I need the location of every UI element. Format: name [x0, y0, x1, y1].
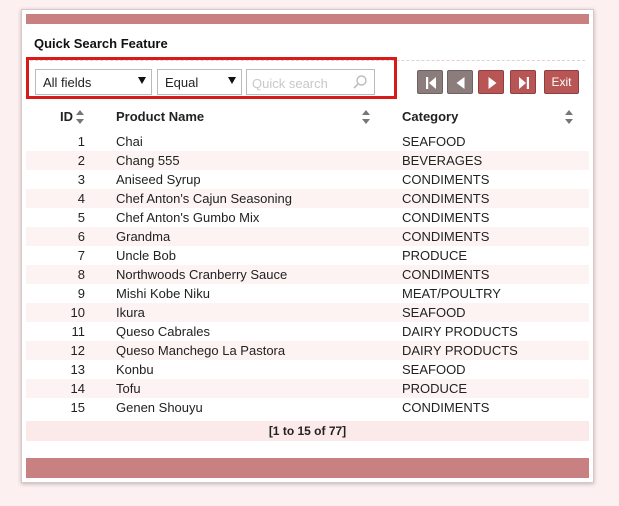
last-page-button[interactable] — [510, 70, 536, 94]
chevron-down-icon — [228, 77, 236, 84]
cell-category: BEVERAGES — [402, 153, 483, 168]
table-row[interactable]: 3 Aniseed Syrup CONDIMENTS — [26, 170, 589, 189]
cell-id: 10 — [70, 305, 85, 320]
quick-search-input[interactable]: Quick search — [246, 69, 375, 95]
cell-id: 6 — [77, 229, 85, 244]
top-accent-bar — [26, 14, 589, 24]
prev-page-button[interactable] — [447, 70, 473, 94]
quick-search-placeholder: Quick search — [252, 76, 328, 91]
last-page-icon — [519, 77, 529, 89]
cell-product-name: Northwoods Cranberry Sauce — [116, 267, 288, 282]
cell-product-name: Aniseed Syrup — [116, 172, 201, 187]
table-row[interactable]: 14 Tofu PRODUCE — [26, 379, 589, 398]
table-row[interactable]: 1 Chai SEAFOOD — [26, 132, 589, 151]
cell-category: CONDIMENTS — [402, 400, 490, 415]
cell-category: DAIRY PRODUCTS — [402, 343, 518, 358]
operator-select-value: Equal — [165, 75, 199, 90]
sort-arrows-icon[interactable] — [76, 110, 84, 129]
table-row[interactable]: 11 Queso Cabrales DAIRY PRODUCTS — [26, 322, 589, 341]
cell-product-name: Queso Manchego La Pastora — [116, 343, 286, 358]
table-row[interactable]: 15 Genen Shouyu CONDIMENTS — [26, 398, 589, 417]
cell-category: PRODUCE — [402, 381, 468, 396]
cell-id: 13 — [70, 362, 85, 377]
cell-id: 9 — [77, 286, 85, 301]
magnifier-icon[interactable] — [352, 74, 368, 95]
cell-product-name: Konbu — [116, 362, 154, 377]
cell-id: 14 — [70, 381, 85, 396]
table-row[interactable]: 5 Chef Anton's Gumbo Mix CONDIMENTS — [26, 208, 589, 227]
table-row[interactable]: 8 Northwoods Cranberry Sauce CONDIMENTS — [26, 265, 589, 284]
cell-product-name: Mishi Kobe Niku — [116, 286, 210, 301]
cell-product-name: Chai — [116, 134, 143, 149]
cell-id: 1 — [77, 134, 85, 149]
cell-category: CONDIMENTS — [402, 229, 490, 244]
cell-category: MEAT/POULTRY — [402, 286, 501, 301]
cell-id: 15 — [70, 400, 85, 415]
table-row[interactable]: 4 Chef Anton's Cajun Seasoning CONDIMENTS — [26, 189, 589, 208]
cell-category: CONDIMENTS — [402, 210, 490, 225]
sort-arrows-icon[interactable] — [565, 110, 573, 129]
cell-product-name: Grandma — [116, 229, 171, 244]
cell-id: 2 — [77, 153, 85, 168]
table-row[interactable]: 2 Chang 555 BEVERAGES — [26, 151, 589, 170]
chevron-down-icon — [138, 77, 146, 84]
cell-product-name: Chef Anton's Gumbo Mix — [116, 210, 260, 225]
cell-category: SEAFOOD — [402, 134, 466, 149]
cell-category: PRODUCE — [402, 248, 468, 263]
cell-product-name: Tofu — [116, 381, 141, 396]
header-id[interactable]: ID — [60, 109, 73, 124]
cell-product-name: Chef Anton's Cajun Seasoning — [116, 191, 292, 206]
panel-title: Quick Search Feature — [34, 36, 168, 51]
cell-category: DAIRY PRODUCTS — [402, 324, 518, 339]
first-page-icon — [426, 77, 436, 89]
cell-product-name: Genen Shouyu — [116, 400, 203, 415]
prev-page-icon — [456, 77, 465, 89]
cell-id: 11 — [71, 324, 86, 339]
cell-category: CONDIMENTS — [402, 172, 490, 187]
grid-panel: Quick Search Feature All fields Equal Qu… — [21, 9, 594, 483]
table-body: 1 Chai SEAFOOD 2 Chang 555 BEVERAGES 3 Aniseed … — [26, 132, 589, 417]
cell-category: CONDIMENTS — [402, 267, 490, 282]
operator-select[interactable]: Equal — [157, 69, 242, 95]
cell-category: CONDIMENTS — [402, 191, 490, 206]
table-row[interactable]: 10 Ikura SEAFOOD — [26, 303, 589, 322]
cell-product-name: Ikura — [116, 305, 145, 320]
field-select[interactable]: All fields — [35, 69, 152, 95]
table-row[interactable]: 12 Queso Manchego La Pastora DAIRY PRODUCT… — [26, 341, 589, 360]
cell-id: 12 — [70, 343, 85, 358]
cell-id: 7 — [77, 248, 85, 263]
table-row[interactable]: 13 Konbu SEAFOOD — [26, 360, 589, 379]
sort-arrows-icon[interactable] — [362, 110, 370, 129]
table-row[interactable]: 6 Grandma CONDIMENTS — [26, 227, 589, 246]
cell-id: 3 — [77, 172, 85, 187]
cell-product-name: Uncle Bob — [116, 248, 176, 263]
next-page-button[interactable] — [478, 70, 504, 94]
bottom-accent-bar — [26, 458, 589, 478]
cell-product-name: Queso Cabrales — [116, 324, 210, 339]
table-row[interactable]: 9 Mishi Kobe Niku MEAT/POULTRY — [26, 284, 589, 303]
cell-product-name: Chang 555 — [116, 153, 180, 168]
cell-id: 5 — [77, 210, 85, 225]
cell-id: 4 — [77, 191, 85, 206]
cell-category: SEAFOOD — [402, 362, 466, 377]
table-header: ID Product Name Category — [26, 107, 589, 129]
field-select-value: All fields — [43, 75, 92, 90]
first-page-button[interactable] — [417, 70, 443, 94]
header-category[interactable]: Category — [402, 109, 458, 124]
cell-id: 8 — [77, 267, 85, 282]
next-page-icon — [488, 77, 497, 89]
header-product-name[interactable]: Product Name — [116, 109, 204, 124]
exit-button[interactable]: Exit — [544, 70, 579, 94]
pagination-status: [1 to 15 of 77] — [26, 421, 589, 441]
table-row[interactable]: 7 Uncle Bob PRODUCE — [26, 246, 589, 265]
cell-category: SEAFOOD — [402, 305, 466, 320]
